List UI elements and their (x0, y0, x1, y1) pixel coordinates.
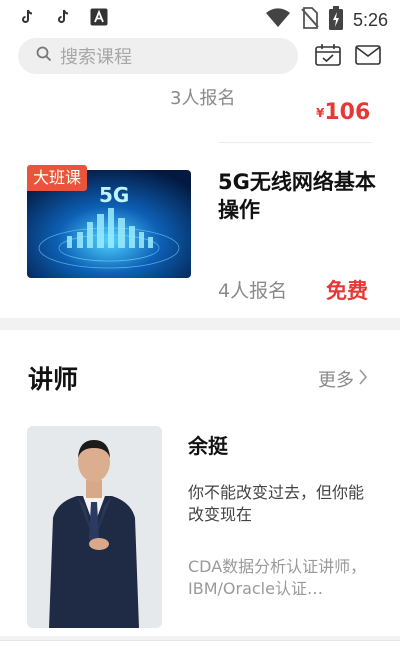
no-sim-icon (301, 7, 319, 33)
course-title[interactable]: 5G无线网络基本操作 (218, 168, 378, 224)
enroll-count: 4人报名 (218, 280, 288, 302)
course-badge: 大班课 (27, 165, 88, 191)
more-link[interactable]: 更多 (318, 366, 368, 392)
tiktok-icon (54, 8, 72, 26)
course-price: ¥106 (316, 100, 370, 125)
calendar-check-icon[interactable] (315, 44, 341, 66)
search-placeholder: 搜索课程 (60, 47, 132, 68)
search-header: 搜索课程 (0, 36, 400, 84)
chevron-right-icon (358, 368, 368, 390)
teachers-section: 讲师 更多 余挺 你不能改变过去，但你能改变现在 CDA数据分析认证讲师，IBM… (0, 330, 400, 636)
font-icon (90, 8, 108, 26)
section-title: 讲师 (28, 365, 79, 394)
teacher-description: CDA数据分析认证讲师，IBM/Oracle认证… (188, 557, 367, 598)
teacher-quote: 你不能改变过去，但你能改变现在 (188, 483, 365, 524)
search-input[interactable]: 搜索课程 (18, 38, 298, 74)
wifi-icon (265, 8, 291, 32)
thumb-5g-text: 5G (99, 183, 129, 207)
course-list: 3人报名 ¥106 5G 大班课 5G无线网络基本操作 4人报名 免费 (0, 84, 400, 318)
search-icon (36, 46, 52, 66)
tiktok-icon (18, 8, 36, 26)
free-price-label: 免费 (326, 279, 368, 303)
teacher-name[interactable]: 余挺 (188, 430, 228, 459)
enroll-count: 3人报名 (170, 88, 236, 109)
price-value: 106 (324, 100, 371, 125)
status-time: 5:26 (352, 9, 388, 30)
status-bar: 5:26 (0, 0, 400, 36)
more-label: 更多 (318, 370, 354, 391)
mail-icon[interactable] (355, 44, 381, 66)
battery-charging-icon (328, 6, 343, 34)
divider (218, 142, 372, 143)
teacher-photo[interactable] (27, 426, 162, 628)
bottom-divider (0, 640, 400, 650)
